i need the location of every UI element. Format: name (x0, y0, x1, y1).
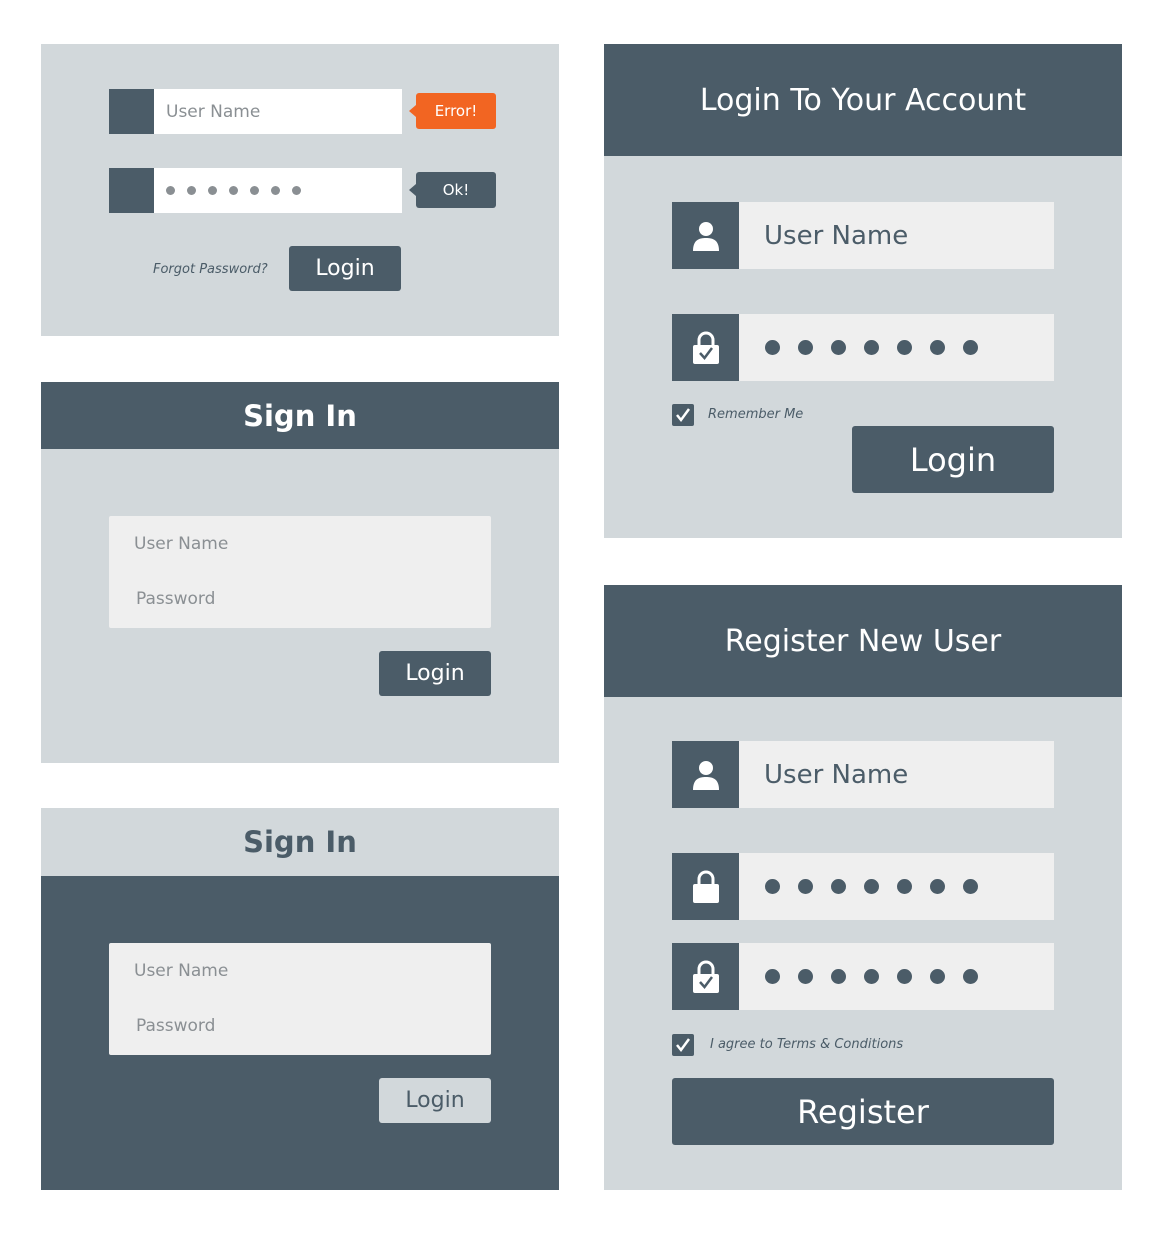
page-title: Sign In (243, 398, 357, 433)
checkmark-icon (676, 1038, 691, 1053)
page-title: Register New User (724, 623, 1002, 659)
user-icon (692, 221, 719, 251)
ok-tooltip-label: Ok! (442, 181, 470, 199)
lock-icon (692, 870, 719, 903)
username-placeholder: User Name (764, 759, 909, 790)
register-header: Register New User (604, 585, 1122, 697)
password-mask (765, 314, 978, 381)
register-panel: Register New User User Name I agree to T… (604, 585, 1122, 1190)
lock-check-icon (692, 331, 719, 364)
user-icon (692, 760, 719, 790)
credentials-box: User Name Password (109, 943, 491, 1055)
lock-check-icon (692, 960, 719, 993)
login-account-panel: Login To Your Account User Name Remember… (604, 44, 1122, 538)
login-button[interactable]: Login (379, 1078, 491, 1123)
error-tooltip-label: Error! (434, 102, 478, 120)
sign-in-panel-dark: Sign In User Name Password Login (41, 808, 559, 1190)
password-icon-box (109, 168, 154, 213)
username-input[interactable]: User Name (154, 89, 402, 134)
username-icon-box (109, 89, 154, 134)
login-account-header: Login To Your Account (604, 44, 1122, 156)
username-input[interactable]: User Name (739, 741, 1054, 808)
register-button[interactable]: Register (672, 1078, 1054, 1145)
terms-checkbox[interactable] (672, 1034, 694, 1056)
error-tooltip: Error! (409, 93, 496, 129)
lock-icon-box (672, 314, 739, 381)
login-button-label: Login (405, 661, 465, 686)
login-button-label: Login (315, 256, 375, 281)
user-icon-box (672, 741, 739, 808)
confirm-password-input[interactable] (739, 943, 1054, 1010)
password-input[interactable] (739, 314, 1054, 381)
login-button[interactable]: Login (852, 426, 1054, 493)
username-input[interactable]: User Name (134, 534, 228, 554)
remember-me-checkbox[interactable] (672, 404, 694, 426)
lock-icon-box (672, 853, 739, 920)
username-input[interactable]: User Name (739, 202, 1054, 269)
password-input[interactable]: Password (136, 1016, 215, 1036)
username-placeholder: User Name (166, 101, 261, 122)
ok-tooltip: Ok! (409, 172, 496, 208)
login-button-label: Login (909, 440, 997, 479)
remember-me-label: Remember Me (708, 407, 804, 422)
sign-in-header: Sign In (41, 808, 559, 876)
register-button-label: Register (797, 1092, 929, 1131)
login-panel-compact: User Name Error! Ok! Forgot Password? Lo… (41, 44, 559, 336)
page-title: Sign In (243, 825, 357, 859)
lock-check-icon-box (672, 943, 739, 1010)
terms-label: I agree to Terms & Conditions (710, 1037, 904, 1052)
sign-in-header: Sign In (41, 382, 559, 449)
password-input[interactable] (739, 853, 1054, 920)
password-mask (166, 168, 301, 213)
password-input[interactable]: Password (136, 589, 215, 609)
password-input[interactable] (154, 168, 402, 213)
sign-in-panel-light: Sign In User Name Password Login (41, 382, 559, 763)
username-input[interactable]: User Name (134, 961, 228, 981)
checkmark-icon (676, 408, 691, 423)
password-mask (765, 853, 978, 920)
password-mask (765, 943, 978, 1010)
username-placeholder: User Name (764, 220, 909, 251)
login-button[interactable]: Login (289, 246, 401, 291)
page-title: Login To Your Account (699, 82, 1027, 118)
login-button-label: Login (405, 1088, 465, 1113)
credentials-box: User Name Password (109, 516, 491, 628)
user-icon-box (672, 202, 739, 269)
forgot-password-link[interactable]: Forgot Password? (153, 262, 268, 277)
login-button[interactable]: Login (379, 651, 491, 696)
